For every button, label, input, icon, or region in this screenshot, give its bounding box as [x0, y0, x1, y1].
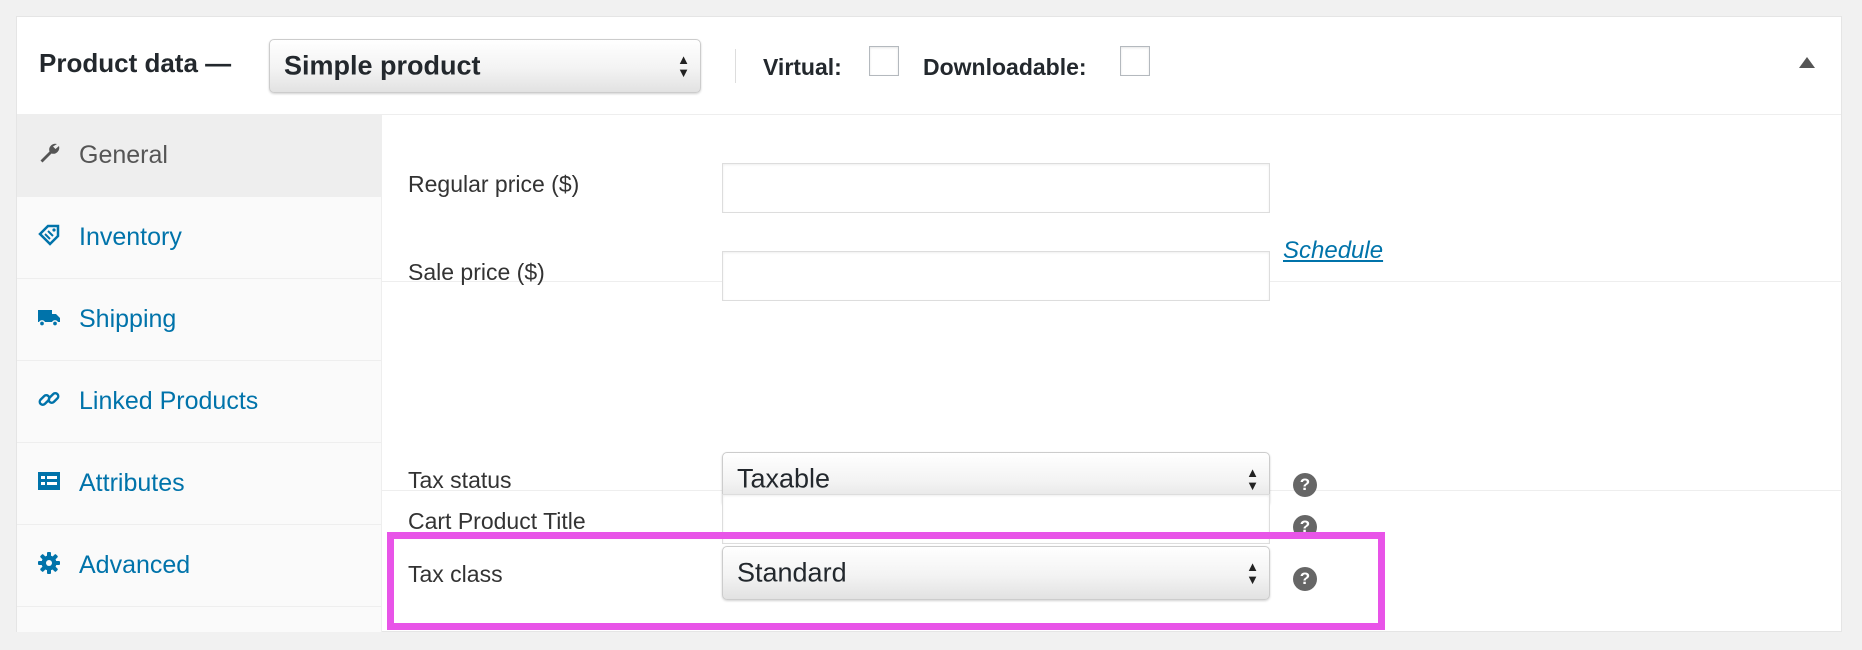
gear-icon: [38, 552, 60, 574]
tab-advanced[interactable]: Advanced: [17, 525, 381, 607]
wrench-icon: [40, 143, 60, 163]
downloadable-checkbox[interactable]: [1120, 46, 1150, 76]
tab-attributes[interactable]: Attributes: [17, 443, 381, 525]
link-icon: [38, 392, 60, 406]
product-data-header: Product data — Simple product ▲ ▼ Virtual…: [17, 17, 1841, 115]
tax-status-value: Taxable: [737, 463, 831, 494]
tab-shipping[interactable]: Shipping: [17, 279, 381, 361]
tab-label-inventory: Inventory: [79, 223, 182, 251]
panel-title: Product data —: [39, 48, 232, 78]
tab-label-advanced: Advanced: [79, 551, 191, 579]
select-arrows-icon: ▲ ▼: [677, 52, 690, 80]
truck-icon: [38, 310, 60, 327]
tab-linked-products[interactable]: Linked Products: [17, 361, 381, 443]
tab-label-general: General: [79, 141, 168, 169]
collapse-toggle-icon[interactable]: [1799, 57, 1815, 68]
tag-icon: [38, 224, 60, 246]
tax-status-label: Tax status: [408, 467, 512, 493]
downloadable-label: Downloadable:: [923, 54, 1087, 80]
tab-label-attributes: Attributes: [79, 469, 185, 497]
virtual-label: Virtual:: [763, 54, 842, 80]
highlight-box: [387, 532, 1385, 630]
tab-label-shipping: Shipping: [79, 305, 177, 333]
cart-product-title-label: Cart Product Title: [408, 508, 586, 534]
product-type-select[interactable]: Simple product ▲ ▼: [269, 39, 701, 93]
regular-price-input[interactable]: [722, 163, 1270, 213]
product-type-value: Simple product: [284, 50, 481, 81]
tab-inventory[interactable]: Inventory: [17, 197, 381, 279]
pricing-group: Regular price ($) Sale price ($) Schedul…: [382, 115, 1842, 301]
select-arrows-icon: ▲ ▼: [1246, 465, 1259, 493]
virtual-checkbox[interactable]: [869, 46, 899, 76]
tab-label-linked-products: Linked Products: [79, 387, 259, 415]
schedule-link[interactable]: Schedule: [1283, 236, 1383, 266]
tax-status-help-icon[interactable]: ?: [1293, 473, 1317, 497]
regular-price-label: Regular price ($): [408, 171, 580, 197]
product-data-tabs: General Inventory Shipping Linked Produc…: [17, 115, 382, 632]
header-divider: [735, 49, 736, 83]
tab-general[interactable]: General: [17, 115, 381, 197]
list-view-icon: [38, 472, 60, 490]
tax-group: Tax status Taxable ▲ ▼ ? Tax class Standa…: [382, 282, 1842, 600]
